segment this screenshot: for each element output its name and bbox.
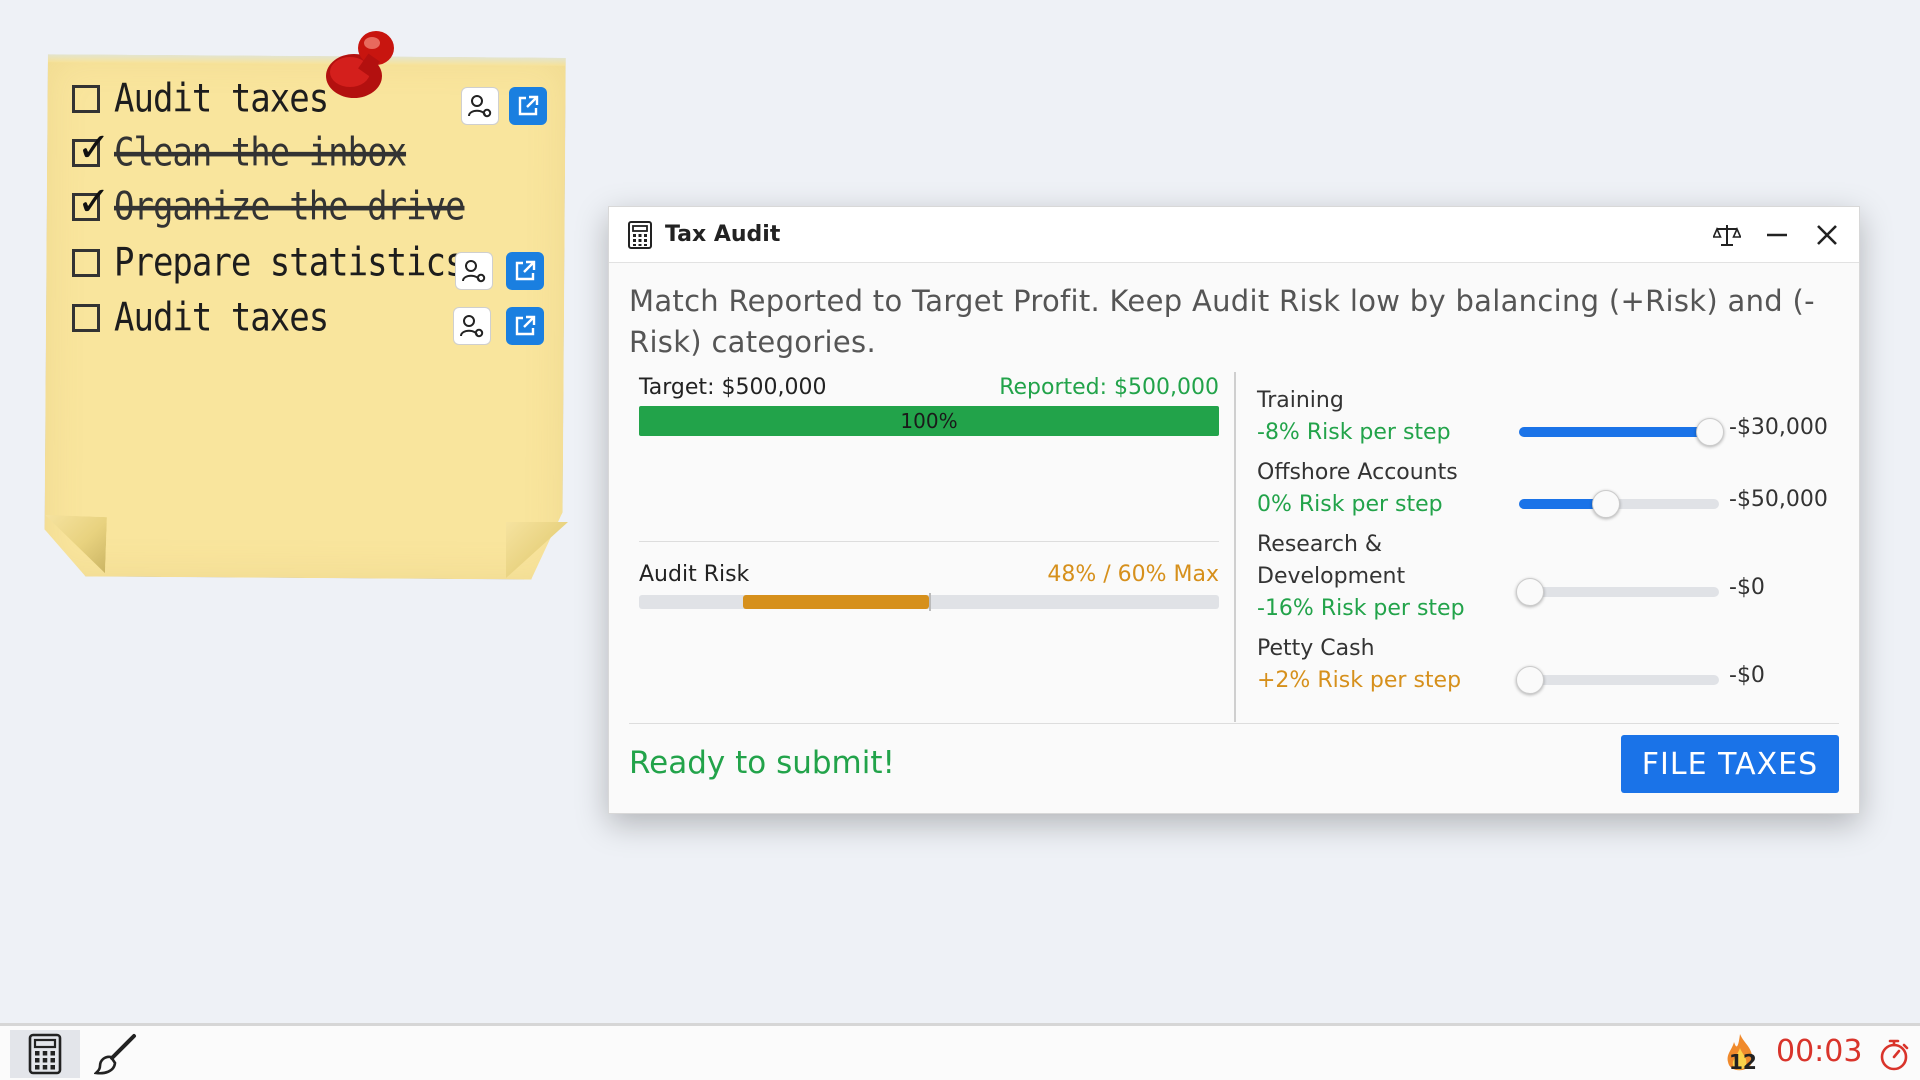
slider-fill <box>1519 427 1705 437</box>
category-research-development: Research & Development -16% Risk per ste… <box>1257 529 1837 625</box>
open-external-button[interactable] <box>506 252 544 290</box>
todo-item: Prepare statistics <box>72 238 465 288</box>
user-gear-icon <box>460 315 484 338</box>
training-slider[interactable] <box>1519 418 1724 446</box>
user-gear-icon <box>468 95 492 118</box>
status-message: Ready to submit! <box>629 745 895 781</box>
audit-risk-bar <box>639 593 1219 611</box>
user-gear-icon <box>462 260 486 283</box>
taskbar: 12 00:03 <box>0 1023 1920 1080</box>
file-taxes-button[interactable]: FILE TAXES <box>1621 735 1839 793</box>
petty-cash-slider[interactable] <box>1516 666 1719 694</box>
taskbar-paint-app[interactable] <box>82 1030 152 1078</box>
slider-handle[interactable] <box>1591 490 1620 518</box>
reported-label: Reported: $500,000 <box>999 375 1219 400</box>
balance-scale-icon <box>1713 224 1741 246</box>
category-training: Training -8% Risk per step -$30,000 <box>1257 385 1837 449</box>
calculator-icon <box>628 220 652 249</box>
sticky-note-curl-right <box>506 522 568 578</box>
category-value: -$0 <box>1729 663 1765 688</box>
taskbar-calculator-app[interactable] <box>10 1030 80 1078</box>
audit-risk-label: Audit Risk <box>639 562 750 587</box>
instructions-text: Match Reported to Target Profit. Keep Au… <box>629 284 1815 359</box>
pushpin-icon <box>326 31 394 98</box>
todo-item: ✓ Clean the inbox <box>72 128 407 178</box>
streak-count: 12 <box>1729 1050 1757 1074</box>
audit-risk-value: 48% / 60% Max <box>1047 562 1219 587</box>
todo-checkbox[interactable] <box>72 249 100 277</box>
todo-checkbox[interactable]: ✓ <box>72 182 111 222</box>
todo-item: ✓ Organize the drive <box>72 182 465 232</box>
profit-progress-bar: 100% <box>639 406 1219 436</box>
footer-divider <box>629 723 1839 724</box>
close-icon <box>1817 224 1837 245</box>
streak-badge: 12 <box>1718 1032 1762 1078</box>
slider-handle[interactable] <box>1516 666 1544 694</box>
timer-readout: 00:03 <box>1776 1034 1863 1069</box>
minimize-button[interactable] <box>1763 221 1791 249</box>
research-development-slider[interactable] <box>1516 578 1719 606</box>
slider-handle[interactable] <box>1516 578 1544 606</box>
checkmark-icon: ✓ <box>77 125 111 171</box>
close-button[interactable] <box>1813 221 1841 249</box>
target-label: Target: $500,000 <box>639 375 827 400</box>
checkmark-icon: ✓ <box>77 179 111 225</box>
external-link-icon <box>515 260 536 281</box>
todo-label: Prepare statistics <box>114 240 465 286</box>
category-name: Offshore Accounts <box>1257 460 1458 485</box>
slider-fill <box>1519 499 1601 509</box>
category-name: Training <box>1257 388 1344 413</box>
todo-checkbox[interactable]: ✓ <box>72 128 111 168</box>
minimize-icon <box>1767 233 1787 236</box>
todo-label: Audit taxes <box>114 76 329 122</box>
audit-risk-max-marker <box>929 593 931 611</box>
paintbrush-icon <box>94 1034 136 1075</box>
category-value: -$50,000 <box>1729 487 1828 512</box>
todo-item: Audit taxes <box>72 74 329 124</box>
offshore-accounts-slider[interactable] <box>1519 490 1719 518</box>
slider-handle[interactable] <box>1696 418 1724 446</box>
category-offshore-accounts: Offshore Accounts 0% Risk per step -$50,… <box>1257 457 1837 521</box>
todo-checkbox[interactable] <box>72 85 100 113</box>
assign-user-button[interactable] <box>455 252 493 290</box>
balance-scale-button[interactable] <box>1713 221 1741 249</box>
assign-user-button[interactable] <box>461 87 499 125</box>
assign-user-button[interactable] <box>453 307 491 345</box>
stopwatch-icon <box>1880 1039 1909 1071</box>
open-external-button[interactable] <box>506 307 544 345</box>
todo-checkbox[interactable] <box>72 304 100 332</box>
todo-label: Audit taxes <box>114 295 329 341</box>
todo-item: Audit taxes <box>72 293 329 343</box>
window-titlebar[interactable]: Tax Audit <box>609 207 1859 263</box>
column-divider <box>1234 372 1236 722</box>
category-value: -$0 <box>1729 575 1765 600</box>
window-title: Tax Audit <box>665 222 781 247</box>
todo-label: Clean the inbox <box>114 130 407 176</box>
category-value: -$30,000 <box>1729 415 1828 440</box>
tax-audit-window: Tax Audit Match Reported to Target Profi… <box>608 206 1860 814</box>
category-name: Petty Cash <box>1257 636 1375 661</box>
panel-divider <box>639 541 1219 542</box>
todo-label: Organize the drive <box>114 184 465 230</box>
audit-risk-fill <box>743 595 929 609</box>
category-name: Research & Development <box>1257 532 1406 589</box>
external-link-icon <box>515 315 536 336</box>
open-external-button[interactable] <box>509 87 547 125</box>
external-link-icon <box>518 95 539 116</box>
calculator-icon <box>28 1033 62 1075</box>
category-petty-cash: Petty Cash +2% Risk per step -$0 <box>1257 633 1837 697</box>
progress-text: 100% <box>900 409 958 433</box>
